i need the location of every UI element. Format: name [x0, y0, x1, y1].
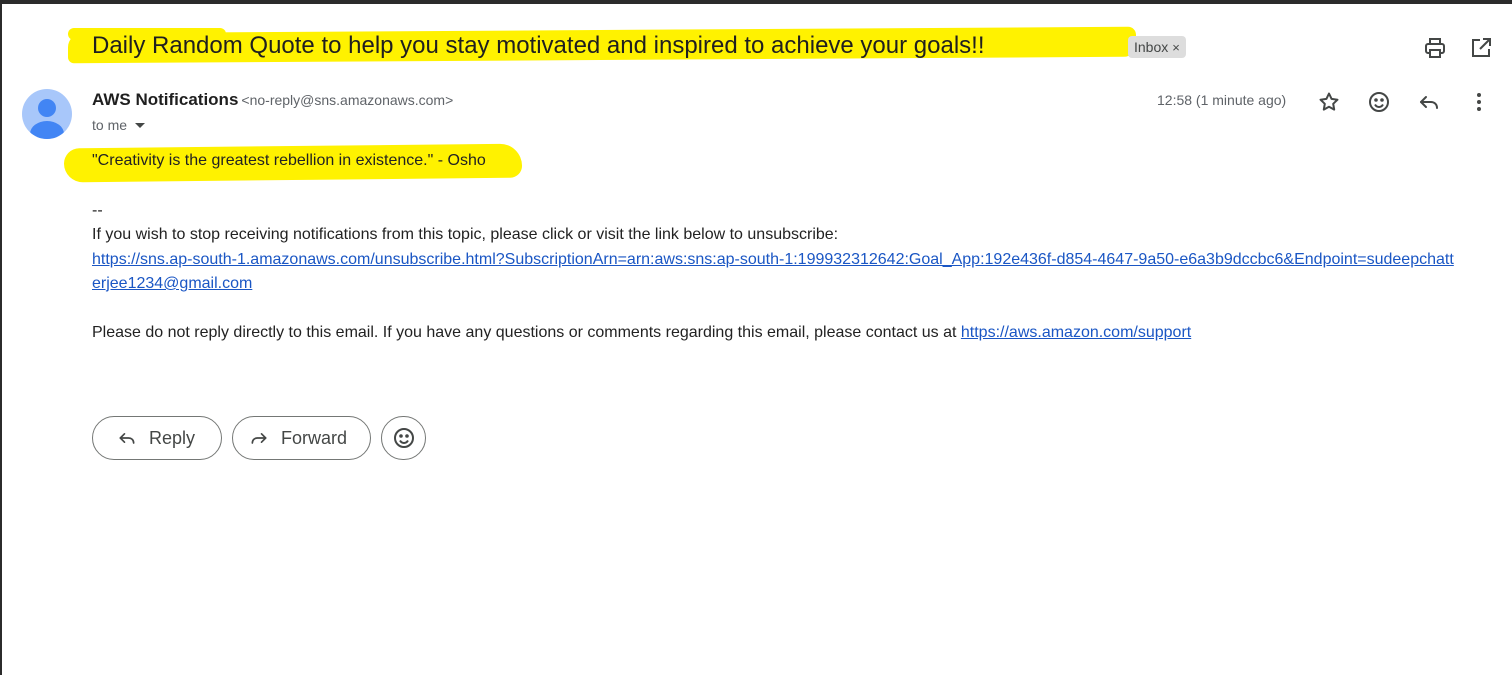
email-subject: Daily Random Quote to help you stay moti… [92, 32, 985, 59]
sender-line: AWS Notifications <no-reply@sns.amazonaws… [92, 90, 453, 110]
signature-separator: -- [92, 202, 103, 219]
contact-paragraph: Please do not reply directly to this ema… [92, 321, 1191, 345]
unsubscribe-link[interactable]: https://sns.ap-south-1.amazonaws.com/uns… [92, 248, 1462, 296]
forward-arrow-icon [251, 433, 267, 444]
email-timestamp: 12:58 (1 minute ago) [1157, 92, 1287, 108]
chevron-down-icon [135, 123, 146, 128]
emoji-icon [393, 428, 414, 448]
recipient-details-toggle[interactable]: to me [92, 117, 146, 133]
default-avatar-icon [30, 99, 64, 139]
unsubscribe-text: If you wish to stop receiving notificati… [92, 226, 839, 243]
contact-text: Please do not reply directly to this ema… [92, 324, 961, 341]
reply-arrow-icon [119, 433, 135, 444]
quote-text: "Creativity is the greatest rebellion in… [92, 152, 486, 169]
more-vert-icon[interactable] [1467, 90, 1491, 114]
label-chip-text: Inbox [1134, 39, 1169, 55]
star-icon[interactable] [1317, 90, 1341, 114]
support-link[interactable]: https://aws.amazon.com/support [961, 324, 1191, 341]
remove-label-icon[interactable]: × [1172, 40, 1180, 55]
sender-name[interactable]: AWS Notifications [92, 90, 238, 109]
forward-button-label: Forward [281, 427, 348, 448]
reply-button[interactable]: Reply [92, 416, 222, 460]
emoji-react-button[interactable] [381, 416, 426, 460]
reply-icon[interactable] [1417, 90, 1441, 114]
open-in-new-window-icon[interactable] [1469, 36, 1493, 60]
print-icon[interactable] [1423, 36, 1447, 60]
inbox-label-chip[interactable]: Inbox × [1128, 36, 1186, 58]
emoji-reaction-icon[interactable] [1367, 90, 1391, 114]
window-top-border [0, 0, 1512, 4]
sender-avatar[interactable] [22, 89, 72, 139]
sender-email: <no-reply@sns.amazonaws.com> [241, 92, 454, 108]
recipient-text: to me [92, 117, 128, 133]
forward-button[interactable]: Forward [232, 416, 371, 460]
window-left-border [0, 0, 2, 675]
reply-button-label: Reply [149, 427, 196, 448]
